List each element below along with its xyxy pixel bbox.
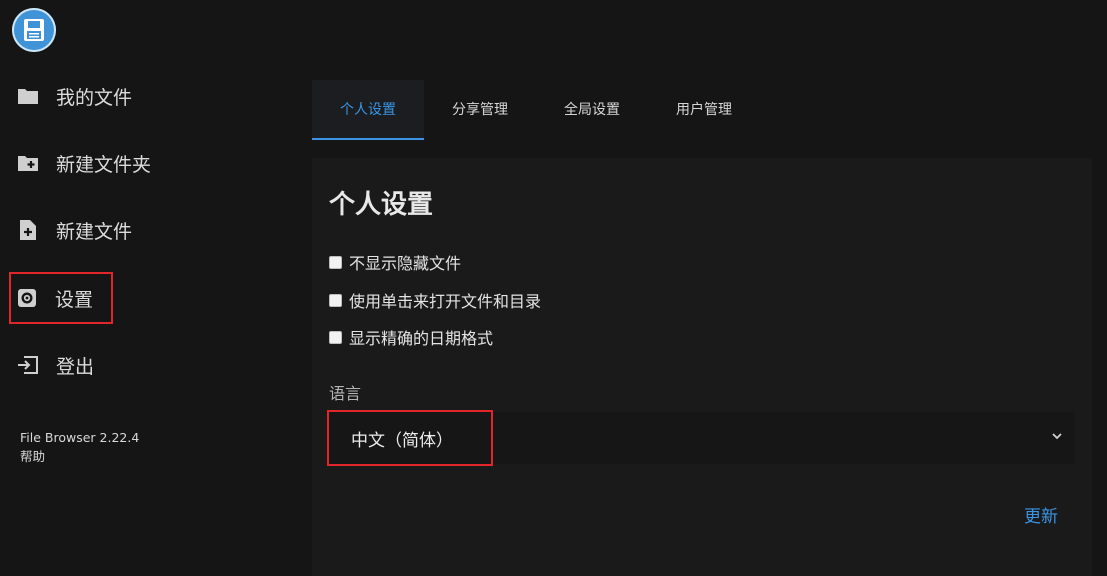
chevron-down-icon [1052,433,1062,440]
language-selected-value: 中文（简体） [327,410,493,466]
option-label: 不显示隐藏文件 [349,254,462,273]
option-single-click[interactable]: 使用单击来打开文件和目录 [329,288,541,312]
sidebar-item-settings[interactable]: 设置 [9,272,113,324]
version-text: File Browser 2.22.4 [20,430,140,445]
sidebar-item-label: 新建文件夹 [56,153,152,176]
language-label: 语言 [329,384,362,403]
tab-user-management[interactable]: 用户管理 [648,80,760,138]
gear-icon [15,286,39,310]
tab-personal-settings[interactable]: 个人设置 [312,80,424,140]
language-select[interactable]: 中文（简体） [327,410,1075,466]
single-click-checkbox[interactable] [329,293,342,307]
option-label: 显示精确的日期格式 [349,329,494,348]
help-link[interactable]: 帮助 [20,447,139,466]
page-title: 个人设置 [329,190,434,220]
new-folder-icon [16,151,40,175]
sidebar: 我的文件 新建文件夹 新建文件 设置 登出 File Browser 2.22.… [0,0,300,576]
new-file-icon [16,218,40,242]
settings-tabs: 个人设置 分享管理 全局设置 用户管理 [312,80,760,140]
tab-share-management[interactable]: 分享管理 [424,80,536,138]
option-label: 使用单击来打开文件和目录 [349,292,542,311]
sidebar-item-my-files[interactable]: 我的文件 [12,72,272,120]
sidebar-item-label: 我的文件 [56,86,133,109]
folder-icon [16,84,40,108]
sidebar-item-label: 新建文件 [56,220,133,243]
logout-icon [16,353,40,377]
option-hide-dotfiles[interactable]: 不显示隐藏文件 [329,250,461,274]
tab-global-settings[interactable]: 全局设置 [536,80,648,138]
exact-date-checkbox[interactable] [329,330,342,344]
hide-dotfiles-checkbox[interactable] [329,255,342,269]
sidebar-item-new-file[interactable]: 新建文件 [12,206,272,254]
app-window: 我的文件 新建文件夹 新建文件 设置 登出 File Browser 2.22.… [0,0,1107,576]
sidebar-item-label: 设置 [55,288,94,311]
sidebar-item-new-folder[interactable]: 新建文件夹 [12,139,272,187]
update-button[interactable]: 更新 [1024,502,1058,527]
sidebar-item-label: 登出 [56,355,95,378]
settings-card: 个人设置 不显示隐藏文件 使用单击来打开文件和目录 显示精确的日期格式 语言 中… [312,158,1092,576]
sidebar-item-logout[interactable]: 登出 [12,341,272,389]
version-info: File Browser 2.22.4 帮助 [20,428,139,466]
option-exact-date[interactable]: 显示精确的日期格式 [329,325,493,349]
